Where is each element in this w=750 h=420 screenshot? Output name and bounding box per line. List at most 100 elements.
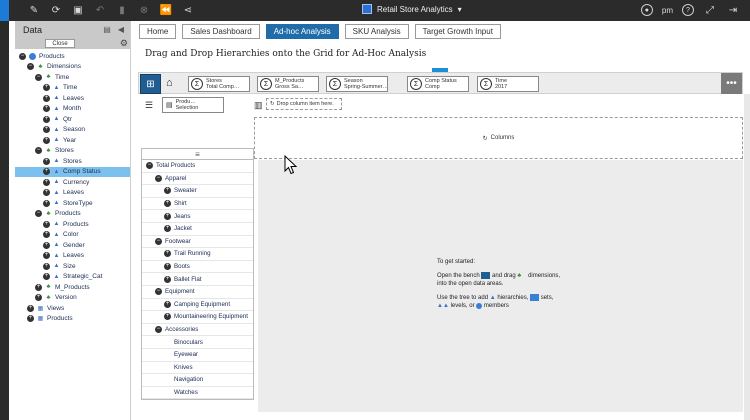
expand-toggle-icon[interactable]: + <box>43 84 50 92</box>
expand-toggle-icon[interactable]: + <box>43 220 50 228</box>
expand-toggle-icon[interactable]: + <box>35 294 42 302</box>
save-icon[interactable]: ▣ <box>71 3 85 17</box>
expand-toggle-icon[interactable]: + <box>164 200 171 208</box>
row-member[interactable]: + Camping Equipment <box>142 299 253 312</box>
tree-item[interactable]: − ♣ Time <box>15 72 130 83</box>
row-member[interactable]: − Footwear <box>142 236 253 249</box>
tab-ad-hoc-analysis[interactable]: Ad-hoc Analysis <box>265 24 339 39</box>
expand-icon[interactable]: ⤢ <box>703 3 717 17</box>
list-icon[interactable]: ☰ <box>145 100 153 111</box>
tree-item[interactable]: + ♣ M_Products <box>15 282 130 293</box>
tree-item[interactable]: + ▲ Products <box>15 219 130 230</box>
tree-item[interactable]: + ▲ Stores <box>15 156 130 167</box>
bench-chip[interactable]: Σ Time 2017 <box>477 76 539 92</box>
tree-item[interactable]: + ▲ Qtr <box>15 114 130 125</box>
bookmark-icon[interactable]: ▮ <box>115 3 129 17</box>
user-icon[interactable]: ● <box>640 4 653 16</box>
tree-item[interactable]: + ▲ Color <box>15 230 130 241</box>
row-member[interactable]: − Total Products <box>142 160 253 173</box>
row-member[interactable]: + Trail Running <box>142 248 253 261</box>
collapse-toggle-icon[interactable]: − <box>155 326 162 334</box>
expand-toggle-icon[interactable]: + <box>43 105 50 113</box>
tab-sku-analysis[interactable]: SKU Analysis <box>344 24 409 39</box>
row-member[interactable]: − Equipment <box>142 286 253 299</box>
tree-item[interactable]: + ▲ Year <box>15 135 130 146</box>
expand-toggle-icon[interactable]: + <box>164 300 171 308</box>
gear-icon[interactable]: ⚙ <box>120 38 128 49</box>
tree-item[interactable]: − Products <box>15 51 130 62</box>
collapse-toggle-icon[interactable]: − <box>27 63 34 71</box>
collapse-toggle-icon[interactable]: − <box>19 52 26 60</box>
tree-item[interactable]: + ▦ Views <box>15 303 130 314</box>
bench-chip[interactable]: Σ M_Products Gross Sa… <box>257 76 319 92</box>
row-member[interactable]: Watches <box>142 387 253 400</box>
tree-item[interactable]: + ▲ Leaves <box>15 93 130 104</box>
expand-toggle-icon[interactable]: + <box>43 189 50 197</box>
expand-toggle-icon[interactable]: + <box>164 275 171 283</box>
tree-item[interactable]: + ▲ StoreType <box>15 198 130 209</box>
bench-toggle-button[interactable]: ⊞ <box>140 74 161 94</box>
collapse-icon[interactable]: ◀ <box>116 24 126 34</box>
row-member[interactable]: + Sweater <box>142 185 253 198</box>
tab-home[interactable]: Home <box>139 24 177 39</box>
tree-item[interactable]: + ▲ Month <box>15 104 130 115</box>
grid-icon[interactable]: ▥ <box>254 100 263 111</box>
expand-toggle-icon[interactable]: + <box>35 283 42 291</box>
row-member[interactable]: + Jeans <box>142 210 253 223</box>
collapse-toggle-icon[interactable]: − <box>155 288 162 296</box>
expand-toggle-icon[interactable]: + <box>43 273 50 281</box>
tree-item[interactable]: + ▦ Products <box>15 314 130 325</box>
row-member[interactable]: + Shirt <box>142 198 253 211</box>
tree-item[interactable]: + ▲ Leaves <box>15 188 130 199</box>
expand-toggle-icon[interactable]: + <box>43 157 50 165</box>
collapse-toggle-icon[interactable]: − <box>35 147 42 155</box>
expand-toggle-icon[interactable]: + <box>43 241 50 249</box>
view-toggle-icon[interactable]: ▤ <box>102 24 112 34</box>
expand-toggle-icon[interactable]: + <box>43 126 50 134</box>
close-icon[interactable]: ⊗ <box>137 3 151 17</box>
undo-icon[interactable]: ↶ <box>93 3 107 17</box>
app-selector[interactable]: Retail Store Analytics ▾ <box>362 4 462 14</box>
drop-column-zone[interactable]: ↻ Drop column item here. <box>266 98 342 110</box>
logout-icon[interactable]: ⇥ <box>726 3 740 17</box>
tree-item[interactable]: + ▲ Season <box>15 125 130 136</box>
help-icon[interactable]: ? <box>682 4 694 16</box>
bench-chip[interactable]: Σ Comp Status Comp <box>407 76 469 92</box>
tree-item[interactable]: + ▲ Currency <box>15 177 130 188</box>
rewind-icon[interactable]: ⏪ <box>159 3 173 17</box>
expand-toggle-icon[interactable]: + <box>43 168 50 176</box>
bench-chip[interactable]: Σ Stores Total Comp… <box>188 76 250 92</box>
tab-sales-dashboard[interactable]: Sales Dashboard <box>182 24 260 39</box>
columns-drop-zone[interactable]: ↻ Columns <box>254 117 743 159</box>
user-name[interactable]: pm <box>662 6 673 15</box>
collapse-toggle-icon[interactable]: − <box>155 237 162 245</box>
vertical-scrollbar[interactable] <box>744 94 750 420</box>
expand-toggle-icon[interactable]: + <box>27 304 34 312</box>
row-member[interactable]: + Boots <box>142 261 253 274</box>
tree-item[interactable]: + ▲ Gender <box>15 240 130 251</box>
selection-chip[interactable]: ▤ Produ… Selection <box>162 97 224 113</box>
expand-toggle-icon[interactable]: + <box>43 199 50 207</box>
tab-target-growth-input[interactable]: Target Growth Input <box>414 24 501 39</box>
drag-handle-icon[interactable]: ≡ <box>142 149 253 160</box>
tree-item[interactable]: − ♣ Stores <box>15 146 130 157</box>
expand-toggle-icon[interactable]: + <box>43 252 50 260</box>
row-member[interactable]: Binoculars <box>142 336 253 349</box>
expand-toggle-icon[interactable]: + <box>43 262 50 270</box>
row-member[interactable]: − Apparel <box>142 173 253 186</box>
expand-toggle-icon[interactable]: + <box>164 225 171 233</box>
expand-toggle-icon[interactable]: + <box>43 178 50 186</box>
tree-item[interactable]: + ♣ Version <box>15 293 130 304</box>
more-options-button[interactable]: ••• <box>721 73 742 94</box>
row-member[interactable]: Eyewear <box>142 349 253 362</box>
row-member[interactable]: + Ballet Flat <box>142 273 253 286</box>
share-icon[interactable]: ⋖ <box>181 3 195 17</box>
row-member[interactable]: + Mountaineering Equipment <box>142 311 253 324</box>
door-icon[interactable]: ⌂ <box>166 77 173 89</box>
pencil-icon[interactable]: ✎ <box>27 3 41 17</box>
tree-item[interactable]: + ▲ Strategic_Cat <box>15 272 130 283</box>
expand-toggle-icon[interactable]: + <box>43 136 50 144</box>
expand-toggle-icon[interactable]: + <box>164 250 171 258</box>
tree-item[interactable]: − ♣ Dimensions <box>15 62 130 73</box>
row-member[interactable]: + Jacket <box>142 223 253 236</box>
